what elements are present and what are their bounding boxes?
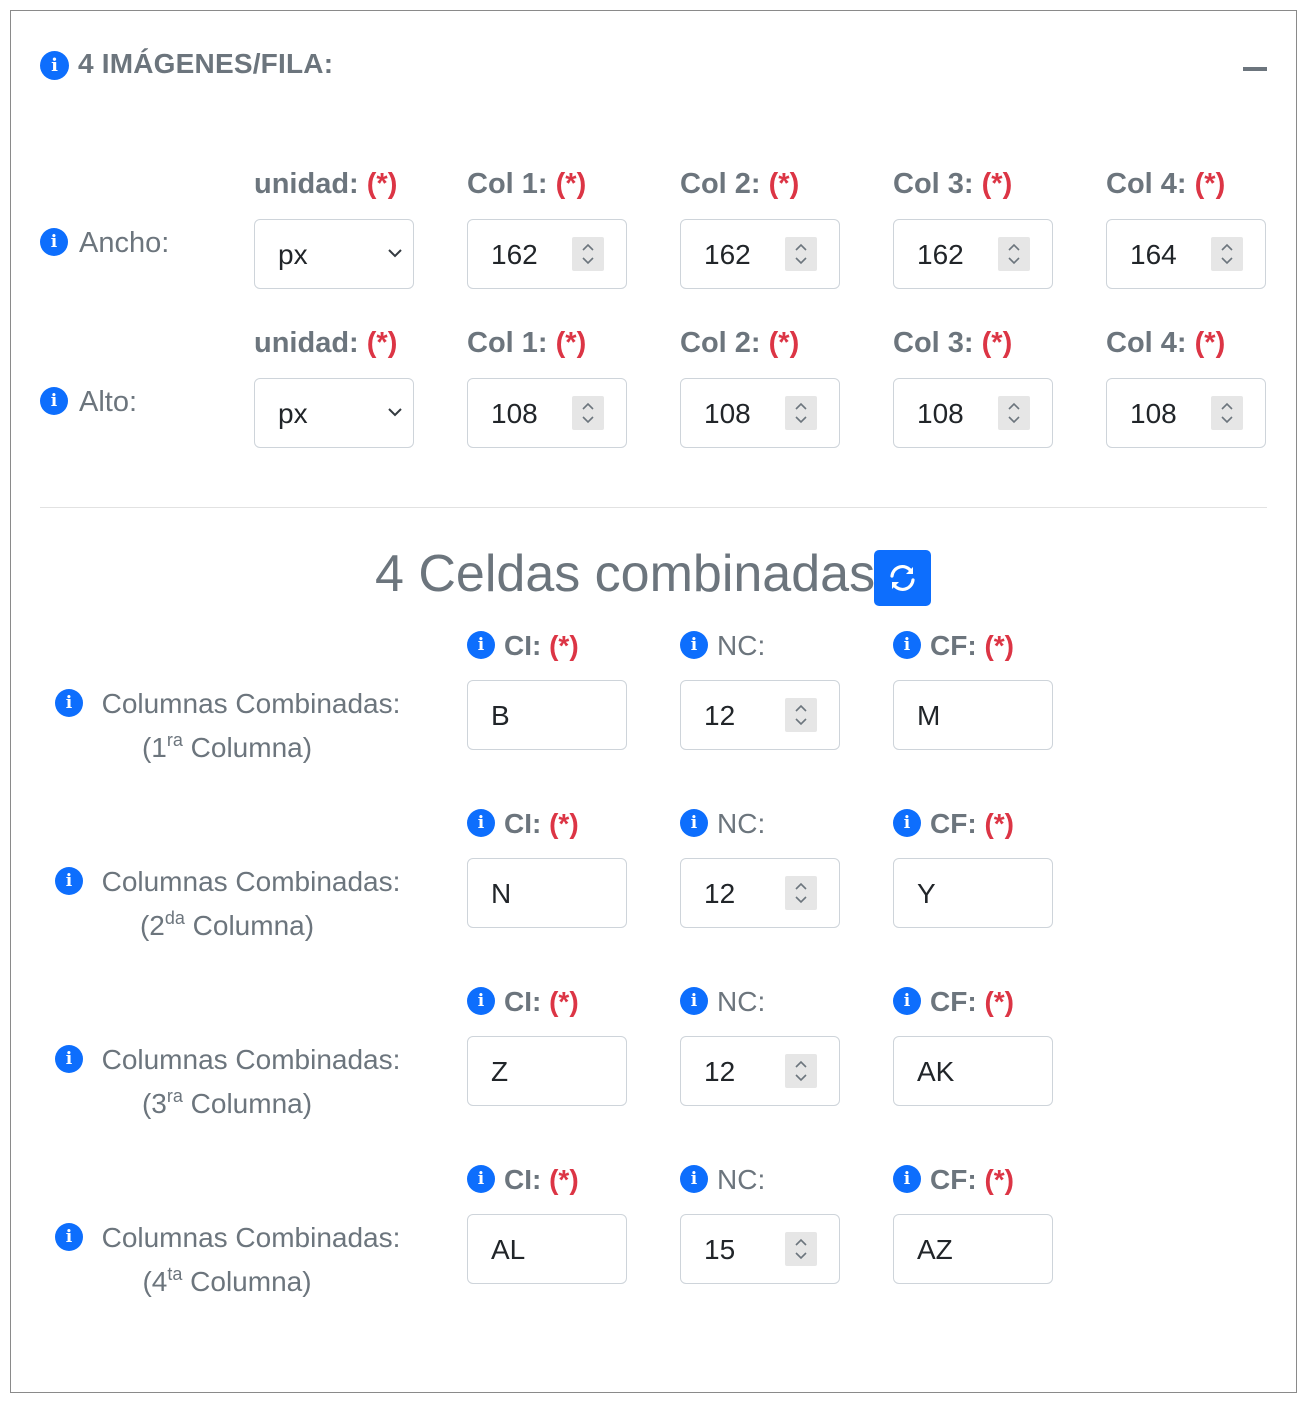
nc-input[interactable]: 12	[680, 858, 840, 928]
spinner-icon[interactable]	[785, 698, 817, 732]
merged-row-label: Columnas Combinadas: (1ra Columna)	[101, 688, 401, 763]
minus-icon[interactable]	[1243, 67, 1267, 71]
info-icon[interactable]: i	[893, 1165, 921, 1193]
info-icon[interactable]: i	[467, 809, 495, 837]
cf-label: CF: (*)	[930, 1164, 1014, 1195]
merged-row-label: Columnas Combinadas: (2da Columna)	[101, 866, 401, 941]
ancho-col2-label: Col 2: (*)	[680, 168, 800, 200]
nc-label: NC:	[717, 986, 766, 1017]
section-header-title: 4 IMÁGENES/FILA:	[78, 48, 334, 79]
info-icon[interactable]: i	[467, 631, 495, 659]
ancho-col3-label: Col 3: (*)	[893, 168, 1013, 200]
merged-row-label: Columnas Combinadas: (4ta Columna)	[101, 1222, 401, 1297]
spinner-icon[interactable]	[785, 1232, 817, 1266]
ci-label: CI: (*)	[504, 630, 579, 661]
alto-col2-label: Col 2: (*)	[680, 327, 800, 359]
ci-input[interactable]: B	[467, 680, 627, 750]
nc-label: NC:	[717, 808, 766, 839]
ancho-col2-input[interactable]: 162	[680, 219, 840, 289]
merged-row-label: Columnas Combinadas: (3ra Columna)	[101, 1044, 401, 1119]
spinner-icon[interactable]	[785, 1054, 817, 1088]
info-icon[interactable]: i	[680, 809, 708, 837]
spinner-icon[interactable]	[785, 396, 817, 430]
alto-col1-label: Col 1: (*)	[467, 327, 587, 359]
alto-col4-label: Col 4: (*)	[1106, 327, 1226, 359]
cf-label: CF: (*)	[930, 986, 1014, 1017]
ci-input[interactable]: AL	[467, 1214, 627, 1284]
spinner-icon[interactable]	[1211, 237, 1243, 271]
info-icon[interactable]: i	[680, 631, 708, 659]
spinner-icon[interactable]	[998, 237, 1030, 271]
alto-col3-label: Col 3: (*)	[893, 327, 1013, 359]
alto-col1-input[interactable]: 108	[467, 378, 627, 448]
ancho-unit-label: unidad: (*)	[254, 168, 398, 200]
spinner-icon[interactable]	[1211, 396, 1243, 430]
ancho-col4-input[interactable]: 164	[1106, 219, 1266, 289]
chevron-down-icon	[388, 408, 402, 417]
ancho-col4-label: Col 4: (*)	[1106, 168, 1226, 200]
nc-label: NC:	[717, 630, 766, 661]
spinner-icon[interactable]	[572, 237, 604, 271]
spinner-icon[interactable]	[572, 396, 604, 430]
alto-col2-input[interactable]: 108	[680, 378, 840, 448]
spinner-icon[interactable]	[998, 396, 1030, 430]
ancho-col3-input[interactable]: 162	[893, 219, 1053, 289]
alto-col4-input[interactable]: 108	[1106, 378, 1266, 448]
ancho-unit-select[interactable]: px	[254, 219, 414, 289]
nc-label: NC:	[717, 1164, 766, 1195]
ancho-col1-input[interactable]: 162	[467, 219, 627, 289]
ci-label: CI: (*)	[504, 986, 579, 1017]
refresh-icon	[890, 564, 915, 592]
info-icon[interactable]: i	[893, 809, 921, 837]
info-icon[interactable]: i	[467, 1165, 495, 1193]
nc-input[interactable]: 12	[680, 1036, 840, 1106]
cf-input[interactable]: AK	[893, 1036, 1053, 1106]
nc-input[interactable]: 15	[680, 1214, 840, 1284]
merged-cells-title: 4 Celdas combinadas	[375, 545, 876, 603]
ancho-col1-label: Col 1: (*)	[467, 168, 587, 200]
cf-label: CF: (*)	[930, 630, 1014, 661]
info-icon[interactable]: i	[893, 987, 921, 1015]
divider	[40, 507, 1267, 508]
ancho-label: Ancho:	[79, 227, 170, 259]
ci-input[interactable]: N	[467, 858, 627, 928]
spinner-icon[interactable]	[785, 876, 817, 910]
refresh-button[interactable]	[874, 550, 931, 606]
chevron-down-icon	[388, 249, 402, 258]
info-icon[interactable]: i	[40, 228, 68, 256]
info-icon[interactable]: i	[680, 987, 708, 1015]
cf-input[interactable]: AZ	[893, 1214, 1053, 1284]
ci-input[interactable]: Z	[467, 1036, 627, 1106]
alto-col3-input[interactable]: 108	[893, 378, 1053, 448]
alto-unit-select[interactable]: px	[254, 378, 414, 448]
spinner-icon[interactable]	[785, 237, 817, 271]
ci-label: CI: (*)	[504, 808, 579, 839]
cf-input[interactable]: Y	[893, 858, 1053, 928]
info-icon[interactable]: i	[467, 987, 495, 1015]
alto-unit-label: unidad: (*)	[254, 327, 398, 359]
info-icon[interactable]: i	[40, 51, 69, 80]
info-icon[interactable]: i	[40, 387, 68, 415]
cf-label: CF: (*)	[930, 808, 1014, 839]
ci-label: CI: (*)	[504, 1164, 579, 1195]
info-icon[interactable]: i	[680, 1165, 708, 1193]
alto-label: Alto:	[79, 386, 138, 418]
cf-input[interactable]: M	[893, 680, 1053, 750]
info-icon[interactable]: i	[893, 631, 921, 659]
nc-input[interactable]: 12	[680, 680, 840, 750]
